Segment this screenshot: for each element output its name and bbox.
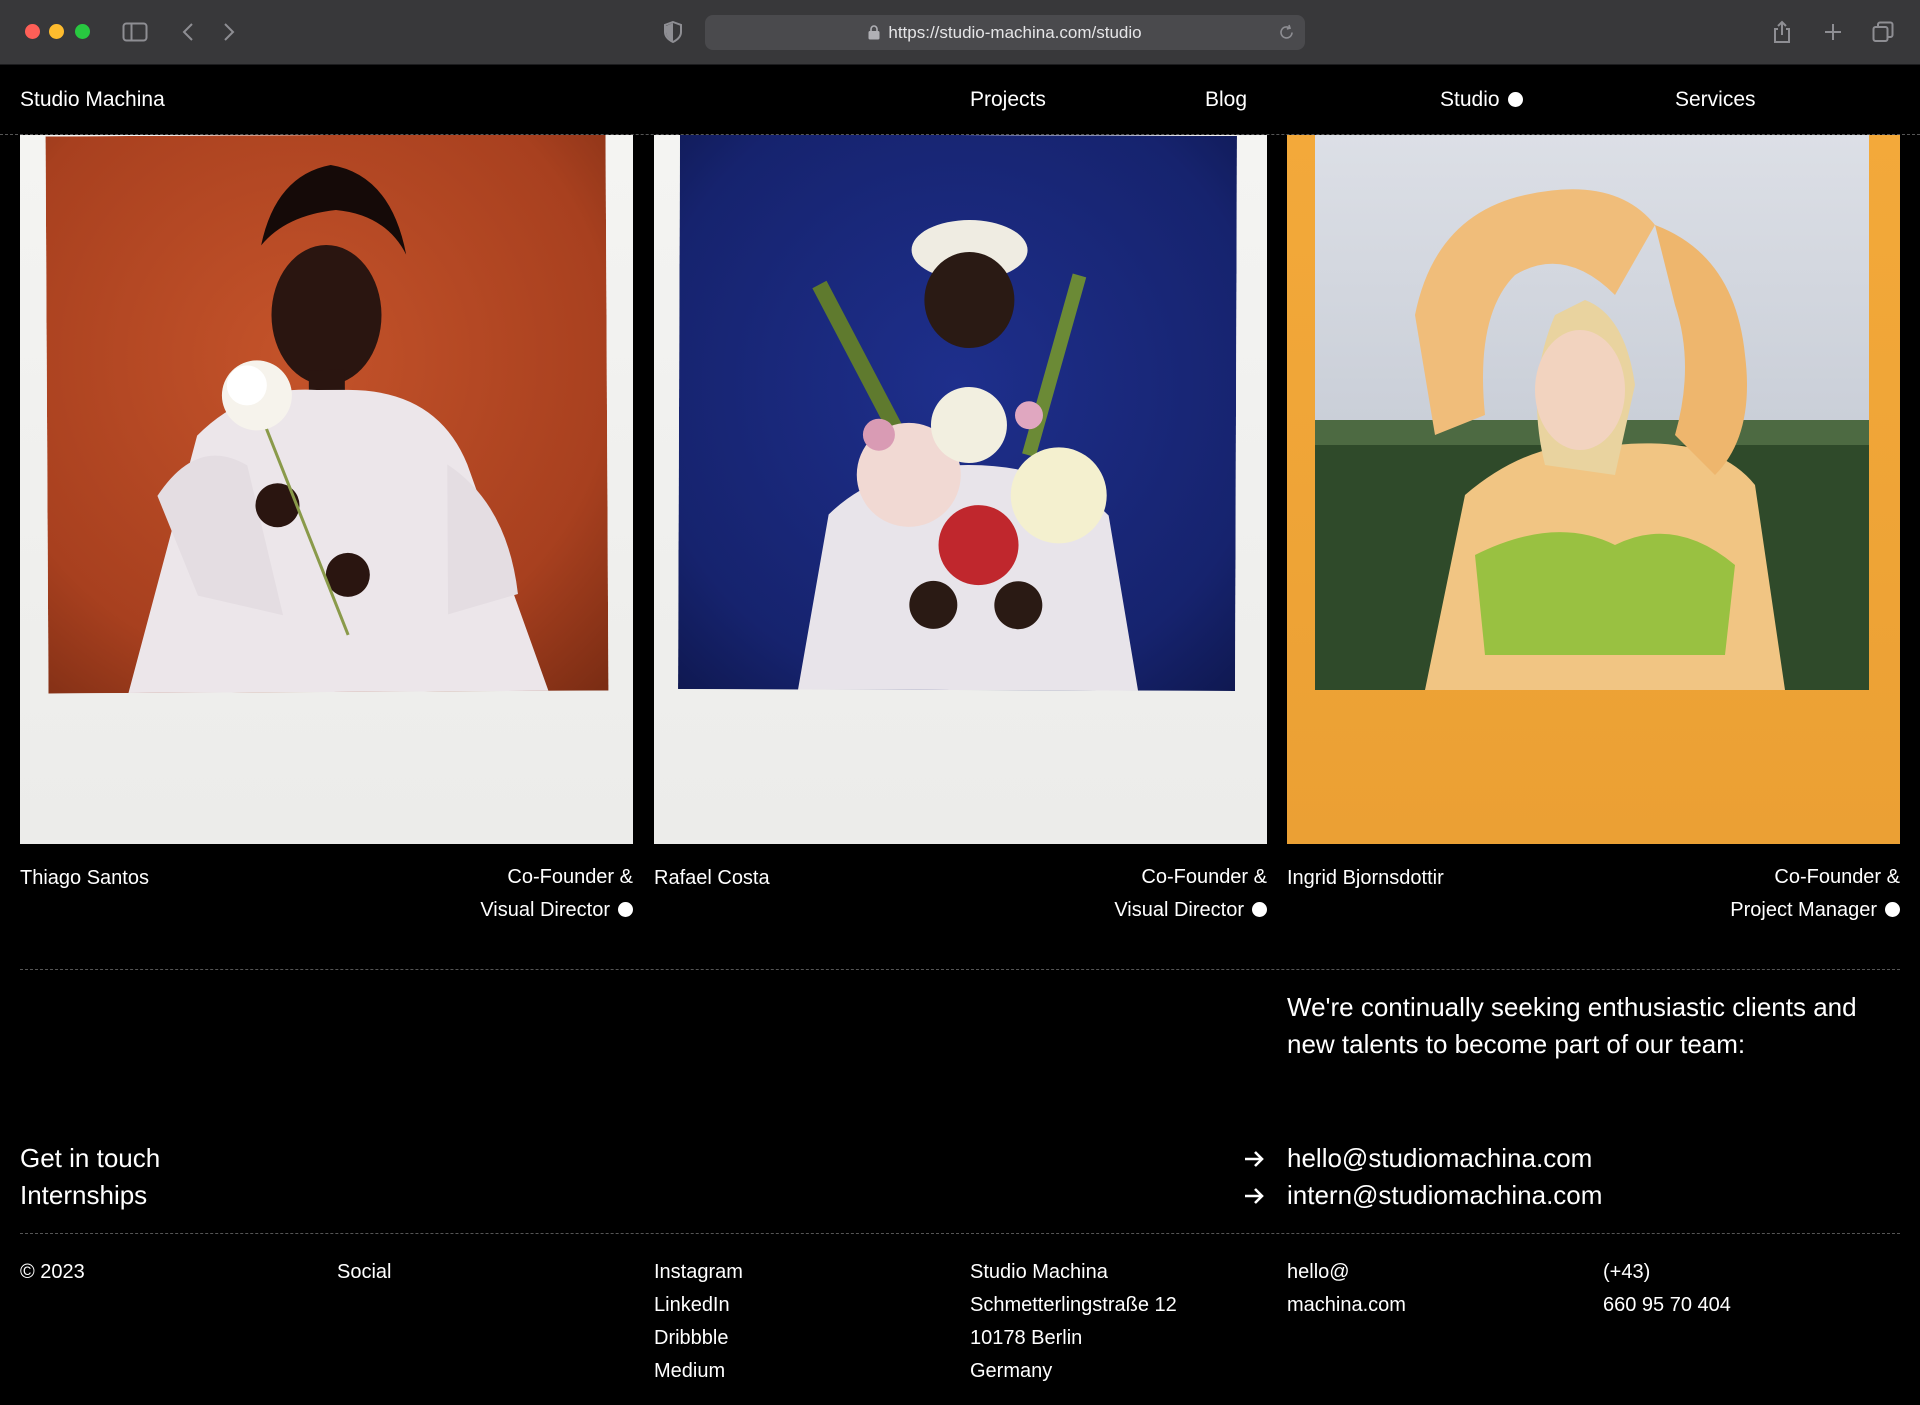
site-navigation: Studio Machina Projects Blog Studio Serv… bbox=[0, 65, 1920, 135]
role-line-1: Co-Founder & bbox=[507, 866, 633, 888]
team-member-name: Ingrid Bjornsdottir bbox=[1287, 867, 1444, 889]
role-line-2: Visual Director bbox=[480, 899, 610, 921]
team-member-role: Co-Founder & Visual Director bbox=[480, 861, 633, 927]
social-links: Instagram LinkedIn Dribbble Medium bbox=[654, 1256, 743, 1388]
footer-email[interactable]: hello@ machina.com bbox=[1287, 1256, 1406, 1322]
close-window-button[interactable] bbox=[25, 24, 40, 39]
get-in-touch-link[interactable]: Get in touch bbox=[20, 1143, 160, 1174]
nav-blog[interactable]: Blog bbox=[1205, 88, 1247, 112]
back-icon[interactable] bbox=[173, 18, 203, 46]
role-line-2: Visual Director bbox=[1114, 899, 1244, 921]
address-line: Schmetterlingstraße 12 bbox=[970, 1294, 1177, 1316]
role-dot-icon bbox=[1885, 902, 1900, 917]
tab-overview-icon[interactable] bbox=[1868, 18, 1898, 46]
hello-email-link[interactable]: hello@studiomachina.com bbox=[1287, 1143, 1592, 1174]
share-icon[interactable] bbox=[1767, 18, 1797, 46]
brand-logo[interactable]: Studio Machina bbox=[20, 88, 165, 112]
nav-services[interactable]: Services bbox=[1675, 88, 1756, 112]
recruiting-text: We're continually seeking enthusiastic c… bbox=[1287, 992, 1857, 1059]
footer-phone[interactable]: (+43) 660 95 70 404 bbox=[1603, 1256, 1731, 1322]
address-bar[interactable]: https://studio-machina.com/studio bbox=[705, 15, 1305, 50]
polaroid-frame bbox=[20, 135, 633, 844]
address-line: 10178 Berlin bbox=[970, 1327, 1083, 1349]
address-line: Germany bbox=[970, 1360, 1053, 1382]
team-photo bbox=[1315, 135, 1869, 690]
polaroid-frame bbox=[1287, 135, 1900, 844]
sidebar-toggle-icon[interactable] bbox=[120, 18, 150, 46]
role-line-2: Project Manager bbox=[1730, 899, 1877, 921]
role-line-1: Co-Founder & bbox=[1141, 866, 1267, 888]
role-dot-icon bbox=[1252, 902, 1267, 917]
nav-studio[interactable]: Studio bbox=[1440, 88, 1523, 112]
arrow-right-icon bbox=[1243, 1185, 1265, 1207]
internships-link[interactable]: Internships bbox=[20, 1180, 147, 1211]
team-member-role: Co-Founder & Visual Director bbox=[1114, 861, 1267, 927]
studio-address: Studio Machina Schmetterlingstraße 12 10… bbox=[970, 1256, 1177, 1388]
email-line: hello@ bbox=[1287, 1261, 1350, 1283]
nav-projects[interactable]: Projects bbox=[970, 88, 1046, 112]
intern-email-link[interactable]: intern@studiomachina.com bbox=[1287, 1180, 1602, 1211]
team-card: Ingrid Bjornsdottir Co-Founder & Project … bbox=[1287, 135, 1900, 921]
social-heading: Social bbox=[337, 1261, 392, 1283]
url-text: https://studio-machina.com/studio bbox=[888, 22, 1142, 42]
team-member-role: Co-Founder & Project Manager bbox=[1730, 861, 1900, 927]
active-indicator-dot bbox=[1507, 92, 1523, 107]
nav-studio-label: Studio bbox=[1440, 88, 1500, 111]
email-line: machina.com bbox=[1287, 1294, 1406, 1316]
new-tab-icon[interactable] bbox=[1818, 18, 1848, 46]
footer-divider bbox=[20, 1233, 1900, 1234]
polaroid-frame bbox=[654, 135, 1267, 844]
phone-line: 660 95 70 404 bbox=[1603, 1294, 1731, 1316]
team-photo bbox=[45, 135, 609, 694]
role-dot-icon bbox=[618, 902, 633, 917]
linkedin-link[interactable]: LinkedIn bbox=[654, 1289, 743, 1322]
browser-toolbar: https://studio-machina.com/studio bbox=[0, 0, 1920, 65]
privacy-shield-icon[interactable] bbox=[658, 18, 688, 46]
team-member-name: Thiago Santos bbox=[20, 867, 149, 889]
arrow-right-icon bbox=[1243, 1148, 1265, 1170]
address-line: Studio Machina bbox=[970, 1261, 1108, 1283]
team-photo bbox=[678, 135, 1237, 691]
team-card: Thiago Santos Co-Founder & Visual Directo… bbox=[20, 135, 633, 921]
medium-link[interactable]: Medium bbox=[654, 1355, 743, 1388]
section-divider bbox=[20, 969, 1900, 970]
reload-icon[interactable] bbox=[1278, 24, 1295, 41]
dribbble-link[interactable]: Dribbble bbox=[654, 1322, 743, 1355]
zoom-window-button[interactable] bbox=[75, 24, 90, 39]
minimize-window-button[interactable] bbox=[49, 24, 64, 39]
lock-icon bbox=[868, 25, 880, 40]
team-card: Rafael Costa Co-Founder & Visual Director bbox=[654, 135, 1267, 921]
role-line-1: Co-Founder & bbox=[1774, 866, 1900, 888]
team-member-name: Rafael Costa bbox=[654, 867, 770, 889]
copyright: © 2023 bbox=[20, 1261, 85, 1283]
phone-line: (+43) bbox=[1603, 1261, 1651, 1283]
forward-icon[interactable] bbox=[214, 18, 244, 46]
instagram-link[interactable]: Instagram bbox=[654, 1256, 743, 1289]
